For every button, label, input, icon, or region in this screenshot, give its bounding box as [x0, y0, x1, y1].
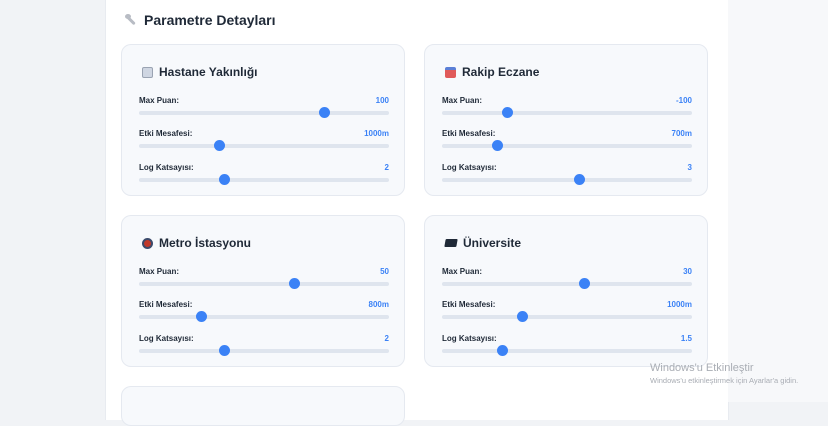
- card-rakip-eczane: Rakip Eczane Max Puan: -100 Etki Mesafes…: [424, 44, 708, 196]
- card-metro: Metro İstasyonu Max Puan: 50 Etki Mesafe…: [121, 215, 405, 367]
- max-puan-row: Max Puan: 100: [139, 96, 389, 120]
- etki-mesafesi-label: Etki Mesafesi:: [139, 300, 193, 309]
- max-puan-row: Max Puan: 50: [139, 267, 389, 291]
- etki-mesafesi-row: Etki Mesafesi: 700m: [442, 129, 692, 153]
- log-katsayisi-row: Log Katsayısı: 1.5: [442, 334, 692, 358]
- store-icon: [445, 66, 456, 78]
- section-title: Parametre Detayları: [144, 12, 276, 28]
- slider-thumb[interactable]: [501, 107, 513, 118]
- etki-mesafesi-value: 1000m: [364, 129, 389, 138]
- log-katsayisi-value: 2: [384, 334, 389, 343]
- slider-thumb[interactable]: [196, 311, 207, 322]
- section-header: Parametre Detayları: [124, 12, 276, 28]
- max-puan-value: 30: [683, 267, 692, 276]
- card-header: Rakip Eczane: [445, 65, 539, 79]
- etki-mesafesi-label: Etki Mesafesi:: [442, 129, 496, 138]
- etki-mesafesi-value: 1000m: [667, 300, 692, 309]
- max-puan-value: 100: [375, 96, 389, 105]
- max-puan-slider[interactable]: [442, 111, 692, 115]
- max-puan-row: Max Puan: 30: [442, 267, 692, 291]
- etki-mesafesi-value: 800m: [368, 300, 389, 309]
- watermark-subtitle: Windows'u etkinleştirmek için Ayarlar'a …: [650, 376, 799, 385]
- log-katsayisi-label: Log Katsayısı:: [139, 163, 194, 172]
- etki-mesafesi-slider[interactable]: [139, 315, 389, 319]
- slider-thumb[interactable]: [574, 174, 585, 185]
- log-katsayisi-value: 1.5: [680, 334, 692, 343]
- log-katsayisi-label: Log Katsayısı:: [139, 334, 194, 343]
- slider-thumb[interactable]: [218, 345, 230, 356]
- max-puan-slider[interactable]: [442, 282, 692, 286]
- slider-thumb[interactable]: [218, 174, 230, 185]
- etki-mesafesi-slider[interactable]: [139, 144, 389, 148]
- card-hastane: Hastane Yakınlığı Max Puan: 100 Etki Mes…: [121, 44, 405, 196]
- max-puan-label: Max Puan:: [139, 96, 180, 105]
- hospital-icon: [142, 66, 153, 78]
- card-header: Metro İstasyonu: [142, 236, 251, 250]
- card-header: Hastane Yakınlığı: [142, 65, 258, 79]
- log-katsayisi-slider[interactable]: [139, 178, 389, 182]
- max-puan-label: Max Puan:: [442, 267, 483, 276]
- slider-thumb[interactable]: [288, 278, 300, 289]
- log-katsayisi-row: Log Katsayısı: 2: [139, 334, 389, 358]
- card-universite: Üniversite Max Puan: 30 Etki Mesafesi: 1…: [424, 215, 708, 367]
- log-katsayisi-label: Log Katsayısı:: [442, 334, 497, 343]
- slider-thumb[interactable]: [318, 107, 330, 118]
- max-puan-row: Max Puan: -100: [442, 96, 692, 120]
- etki-mesafesi-row: Etki Mesafesi: 1000m: [442, 300, 692, 324]
- etki-mesafesi-slider[interactable]: [442, 144, 692, 148]
- log-katsayisi-row: Log Katsayısı: 2: [139, 163, 389, 187]
- etki-mesafesi-value: 700m: [671, 129, 692, 138]
- slider-thumb[interactable]: [496, 345, 508, 356]
- max-puan-value: -100: [675, 96, 692, 105]
- card-title: Rakip Eczane: [462, 65, 540, 79]
- max-puan-label: Max Puan:: [139, 267, 180, 276]
- log-katsayisi-slider[interactable]: [139, 349, 389, 353]
- slider-thumb[interactable]: [213, 140, 225, 151]
- card-title: Üniversite: [463, 236, 522, 250]
- max-puan-value: 50: [380, 267, 389, 276]
- etki-mesafesi-label: Etki Mesafesi:: [442, 300, 496, 309]
- etki-mesafesi-row: Etki Mesafesi: 800m: [139, 300, 389, 324]
- slider-thumb[interactable]: [491, 140, 503, 151]
- log-katsayisi-value: 2: [384, 163, 389, 172]
- graduation-cap-icon: [444, 239, 458, 247]
- max-puan-slider[interactable]: [139, 111, 389, 115]
- slider-thumb[interactable]: [516, 311, 528, 322]
- card-title: Metro İstasyonu: [159, 236, 252, 250]
- card-header: Üniversite: [444, 236, 522, 250]
- etki-mesafesi-label: Etki Mesafesi:: [139, 129, 193, 138]
- watermark-title: Windows'u Etkinleştir: [650, 362, 754, 374]
- card-partial: [121, 386, 405, 426]
- max-puan-label: Max Puan:: [442, 96, 483, 105]
- etki-mesafesi-row: Etki Mesafesi: 1000m: [139, 129, 389, 153]
- log-katsayisi-value: 3: [687, 163, 692, 172]
- log-katsayisi-row: Log Katsayısı: 3: [442, 163, 692, 187]
- card-title: Hastane Yakınlığı: [159, 65, 258, 79]
- log-katsayisi-slider[interactable]: [442, 178, 692, 182]
- wrench-icon: [124, 14, 136, 26]
- windows-activation-watermark: Windows'u Etkinleştir Windows'u etkinleş…: [650, 362, 798, 385]
- log-katsayisi-label: Log Katsayısı:: [442, 163, 497, 172]
- metro-icon: [142, 237, 153, 249]
- right-background: [728, 0, 828, 402]
- etki-mesafesi-slider[interactable]: [442, 315, 692, 319]
- log-katsayisi-slider[interactable]: [442, 349, 692, 353]
- slider-thumb[interactable]: [579, 278, 590, 289]
- max-puan-slider[interactable]: [139, 282, 389, 286]
